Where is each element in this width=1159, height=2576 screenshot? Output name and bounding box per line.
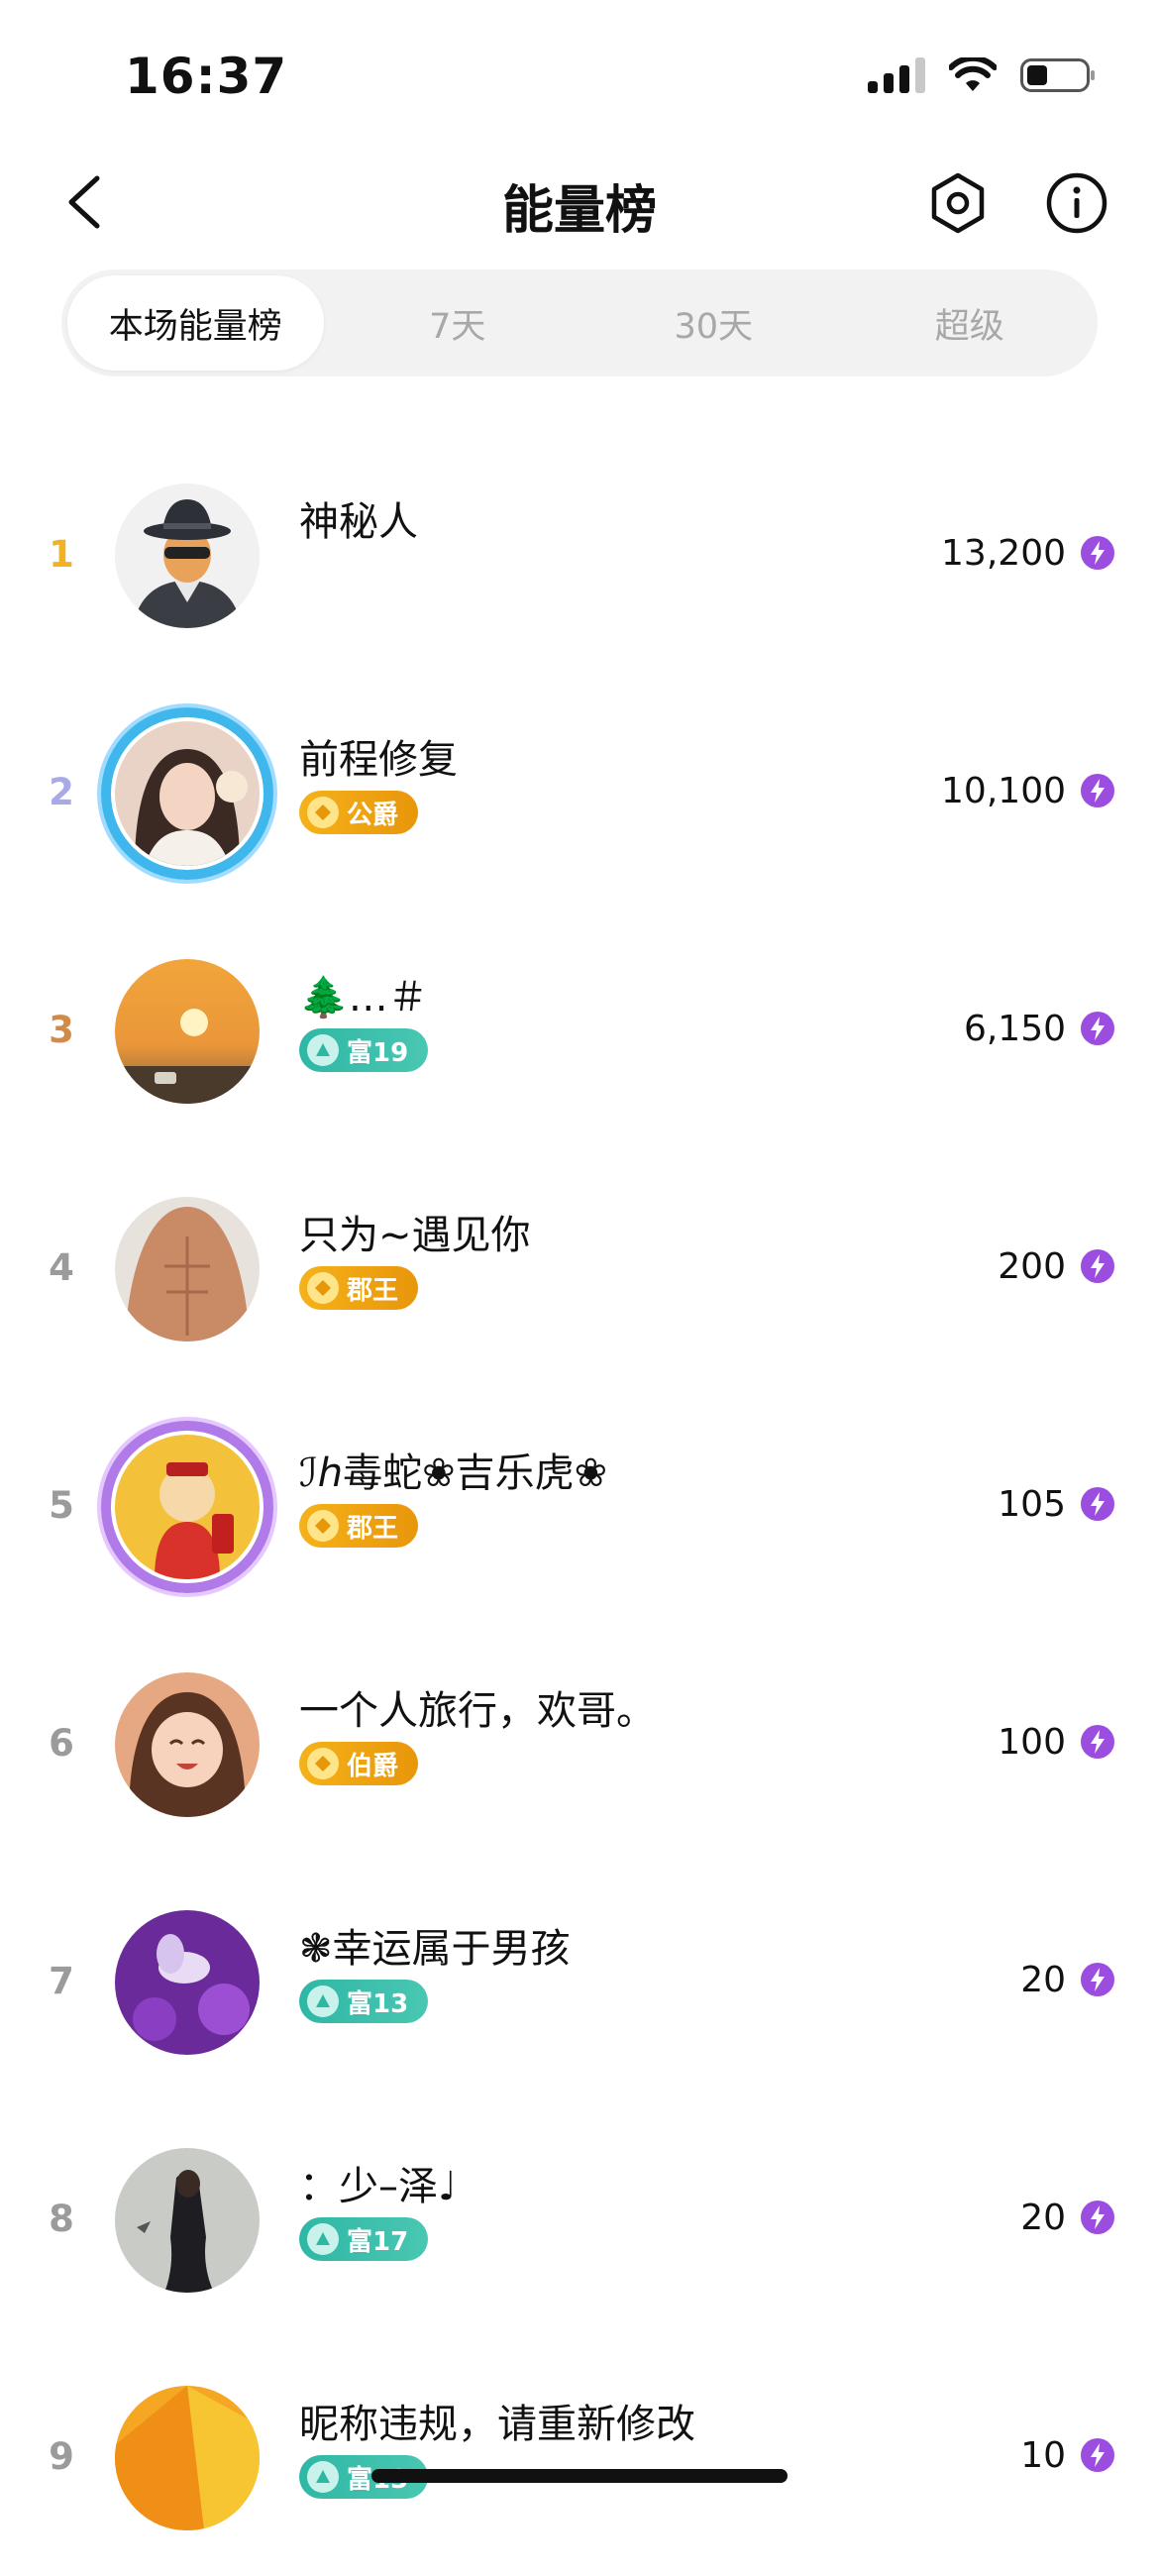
lightning-energy-icon: [1081, 2200, 1114, 2234]
noble-badge: 伯爵: [299, 1742, 419, 1785]
user-name: 只为~遇见你: [299, 1213, 531, 1258]
rank-number: 9: [49, 2435, 74, 2478]
wifi-icon: [949, 57, 997, 91]
energy-score: 20: [1020, 2198, 1066, 2238]
rank-number: 8: [49, 2198, 74, 2240]
user-name: 🌲…＃: [299, 975, 428, 1020]
avatar[interactable]: [115, 959, 260, 1104]
status-icons: [868, 54, 1095, 97]
user-name: 一个人旅行，欢哥。: [299, 1688, 656, 1734]
badge-label: 富19: [347, 1037, 409, 1068]
diamond-icon: [307, 1272, 339, 1304]
noble-badge: 郡王: [299, 1266, 419, 1310]
avatar[interactable]: [115, 721, 260, 866]
rank-number: 5: [49, 1484, 74, 1527]
lightning-energy-icon: [1081, 1487, 1114, 1521]
ranking-row[interactable]: 3 🌲…＃ 富19 6,150: [0, 912, 1159, 1149]
avatar[interactable]: [115, 1435, 260, 1579]
cellular-signal-icon: [868, 57, 925, 93]
wealth-badge: 富13: [299, 1980, 429, 2023]
ranking-row[interactable]: 1 神秘人 13,200: [0, 436, 1159, 674]
ranking-row[interactable]: 4 只为~遇见你 郡王 200: [0, 1149, 1159, 1387]
badge-label: 郡王: [347, 1513, 399, 1544]
ranking-row[interactable]: 5 ℐℎ毒蛇❀吉乐虎❀ 郡王 105: [0, 1387, 1159, 1625]
energy-score: 13,200: [941, 533, 1066, 574]
avatar[interactable]: [115, 483, 260, 628]
avatar[interactable]: [115, 1197, 260, 1342]
lightning-energy-icon: [1081, 1963, 1114, 1996]
badge-label: 郡王: [347, 1275, 399, 1306]
ranking-row[interactable]: 9 昵称违规，请重新修改 富13 10: [0, 2338, 1159, 2576]
rank-number: 7: [49, 1960, 74, 2002]
info-icon[interactable]: [1044, 170, 1109, 236]
lightning-energy-icon: [1081, 1012, 1114, 1045]
ranking-list: 1 神秘人 13,200 2 前程修复 公爵 10,100 3 🌲…＃ 富19 …: [0, 436, 1159, 2576]
energy-score: 10: [1020, 2435, 1066, 2476]
tab-7-days[interactable]: 7天: [330, 269, 586, 376]
rank-number: 4: [49, 1246, 74, 1289]
badge-label: 富13: [347, 1988, 409, 2019]
rank-number: 6: [49, 1722, 74, 1765]
rank-number: 3: [49, 1009, 74, 1051]
lightning-energy-icon: [1081, 1249, 1114, 1283]
triangle-icon: [307, 1034, 339, 1066]
badge-label: 伯爵: [347, 1751, 399, 1781]
wealth-badge: 富17: [299, 2217, 429, 2261]
rank-number: 2: [49, 771, 74, 813]
badge-label: 公爵: [347, 800, 399, 830]
avatar[interactable]: [115, 1910, 260, 2055]
rank-number: 1: [49, 533, 74, 576]
avatar[interactable]: [115, 2386, 260, 2530]
noble-badge: 公爵: [299, 791, 419, 834]
avatar[interactable]: [115, 2148, 260, 2293]
ranking-row[interactable]: 7 ❃幸运属于男孩 富13 20: [0, 1863, 1159, 2100]
ranking-row[interactable]: 8 ：少–泽♩ 富17 20: [0, 2100, 1159, 2338]
user-name: 昵称违规，请重新修改: [299, 2402, 695, 2447]
wealth-badge: 富19: [299, 1028, 429, 1072]
triangle-icon: [307, 2461, 339, 2493]
home-indicator[interactable]: [371, 2469, 788, 2483]
noble-badge: 郡王: [299, 1504, 419, 1548]
user-name: ℐℎ毒蛇❀吉乐虎❀: [299, 1450, 608, 1496]
energy-score: 200: [998, 1246, 1066, 1287]
lightning-energy-icon: [1081, 536, 1114, 570]
tab-current-session[interactable]: 本场能量榜: [67, 275, 324, 371]
diamond-icon: [307, 1510, 339, 1542]
energy-score: 10,100: [941, 771, 1066, 811]
status-bar: 16:37: [0, 0, 1159, 139]
lightning-energy-icon: [1081, 1725, 1114, 1759]
hexagon-settings-icon[interactable]: [925, 170, 991, 236]
energy-score: 105: [998, 1484, 1066, 1525]
badge-label: 富17: [347, 2226, 409, 2257]
user-name: 神秘人: [299, 499, 418, 545]
lightning-energy-icon: [1081, 774, 1114, 807]
avatar[interactable]: [115, 1672, 260, 1817]
tab-30-days[interactable]: 30天: [585, 269, 842, 376]
user-name: ❃幸运属于男孩: [299, 1926, 571, 1972]
battery-icon: [1020, 58, 1095, 92]
energy-score: 6,150: [963, 1009, 1066, 1049]
triangle-icon: [307, 1986, 339, 2017]
nav-bar: 能量榜: [0, 149, 1159, 258]
energy-score: 100: [998, 1722, 1066, 1763]
diamond-icon: [307, 797, 339, 828]
period-tabs: 本场能量榜 7天 30天 超级: [61, 269, 1098, 376]
status-time: 16:37: [125, 48, 288, 105]
tab-super[interactable]: 超级: [842, 269, 1099, 376]
ranking-row[interactable]: 2 前程修复 公爵 10,100: [0, 674, 1159, 912]
energy-score: 20: [1020, 1960, 1066, 2000]
lightning-energy-icon: [1081, 2438, 1114, 2472]
triangle-icon: [307, 2223, 339, 2255]
diamond-icon: [307, 1748, 339, 1779]
user-name: 前程修复: [299, 737, 458, 783]
ranking-row[interactable]: 6 一个人旅行，欢哥。 伯爵 100: [0, 1625, 1159, 1863]
user-name: ：少–泽♩: [299, 2164, 457, 2209]
